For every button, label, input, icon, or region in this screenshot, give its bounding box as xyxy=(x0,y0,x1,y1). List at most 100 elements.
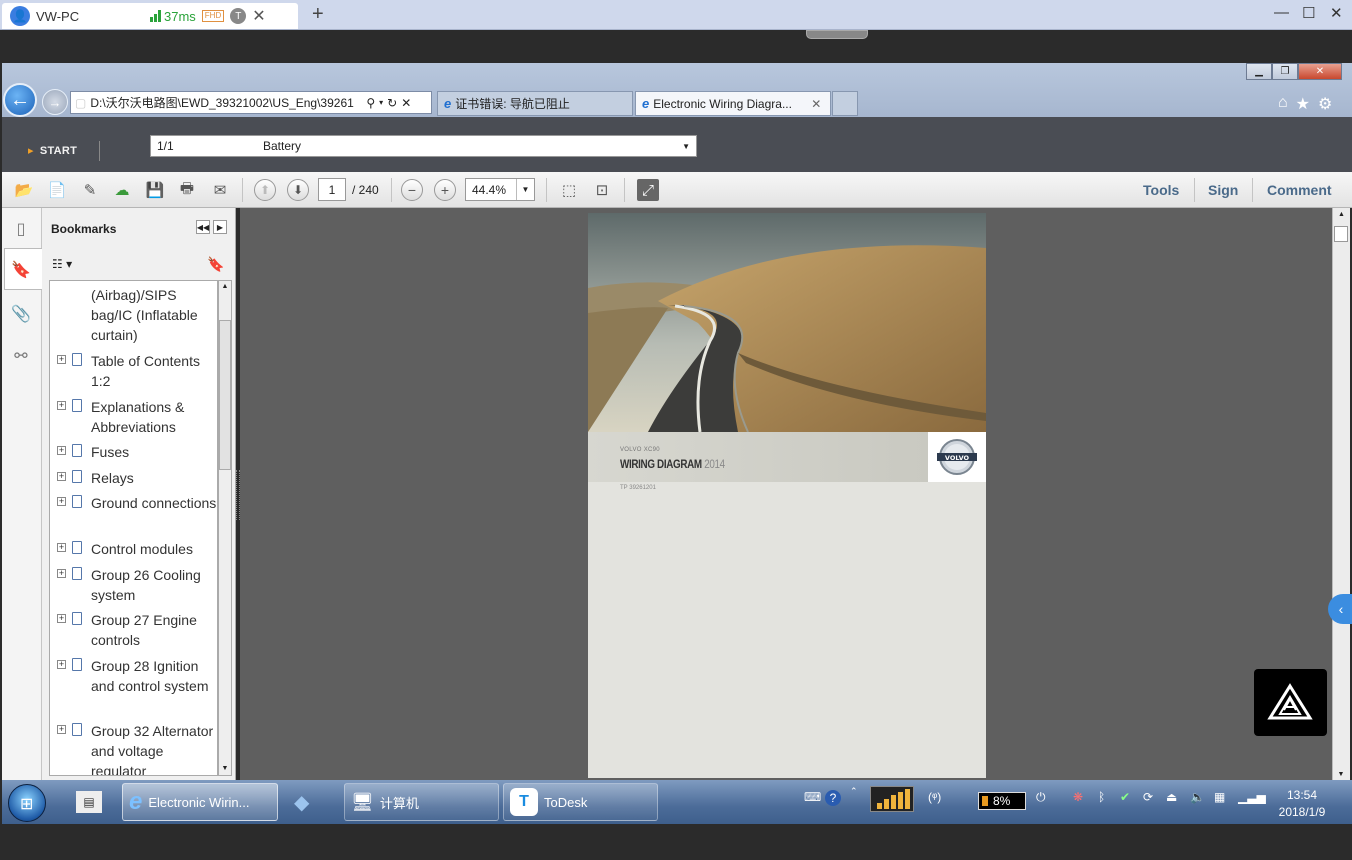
search-icon[interactable]: ⚲ xyxy=(366,96,375,110)
collapse-panel-icon[interactable]: ◀◀ xyxy=(196,220,210,234)
minimize-button[interactable]: — xyxy=(1274,4,1289,21)
expand-icon[interactable]: + xyxy=(57,497,66,506)
scroll-down-icon[interactable]: ▼ xyxy=(219,763,231,775)
window-close-button[interactable]: ✕ xyxy=(1330,4,1343,22)
bookmarks-icon[interactable]: 🔖 xyxy=(9,258,33,282)
taskbar-item-todesk[interactable]: T ToDesk xyxy=(503,783,658,821)
bookmark-label[interactable]: Ground connections xyxy=(91,493,217,513)
address-bar[interactable]: ▢ D:\沃尔沃电路图\EWD_39321002\US_Eng\39261 ⚲ … xyxy=(70,91,432,114)
scroll-up-icon[interactable]: ▲ xyxy=(219,281,231,293)
settings-gear-icon[interactable]: ⚙ xyxy=(1318,94,1332,114)
browser-close-button[interactable]: ✕ xyxy=(1298,63,1342,80)
email-icon[interactable]: ✉ xyxy=(209,179,231,201)
expand-icon[interactable]: + xyxy=(57,660,66,669)
previous-page-icon[interactable]: ⬆ xyxy=(254,179,276,201)
wireless-icon[interactable]: (ᵠ) xyxy=(928,790,941,804)
bluetooth-icon[interactable]: ᛒ xyxy=(1098,790,1105,804)
user-initial-badge[interactable]: T xyxy=(230,8,247,24)
comment-link[interactable]: Comment xyxy=(1267,182,1332,198)
refresh-icon[interactable]: ↻ xyxy=(387,96,397,110)
browser-minimize-button[interactable]: ▁ xyxy=(1246,63,1272,80)
bookmark-label[interactable]: Fuses xyxy=(91,442,217,462)
sign-link[interactable]: Sign xyxy=(1208,182,1238,198)
browser-restore-button[interactable]: ❐ xyxy=(1272,63,1298,80)
bookmarks-list[interactable]: Vehicles with SRS (Airbag)/SIPS bag/IC (… xyxy=(49,280,218,776)
bookmark-label[interactable]: Group 26 Cooling system xyxy=(91,565,217,605)
side-panel-toggle-button[interactable]: ‹ xyxy=(1328,594,1352,624)
new-bookmark-icon[interactable]: 🔖 xyxy=(207,256,224,273)
expand-icon[interactable]: + xyxy=(57,614,66,623)
zoom-select[interactable]: 44.4% ▼ xyxy=(465,178,535,201)
stop-icon[interactable]: ✕ xyxy=(401,96,411,110)
quality-badge[interactable]: FHD xyxy=(201,10,225,22)
power-plug-icon[interactable]: ⏻ xyxy=(1036,790,1046,805)
chevron-down-icon[interactable]: ▼ xyxy=(516,179,534,200)
fit-page-icon[interactable]: ⊡ xyxy=(591,179,613,201)
help-icon[interactable]: ? xyxy=(825,790,841,806)
bookmark-label[interactable]: Control modules xyxy=(91,539,217,559)
page-thumbnails-icon[interactable]: ▯ xyxy=(9,217,33,241)
security-shield-icon[interactable]: ✔ xyxy=(1120,790,1130,804)
save-icon[interactable]: 💾 xyxy=(144,179,166,201)
tab-certificate-error[interactable]: e 证书错误: 导航已阻止 xyxy=(437,91,633,116)
taskbar-pinned-app[interactable]: ◆ xyxy=(288,783,334,821)
page-number-input[interactable]: 1 xyxy=(318,178,346,201)
floating-assistant-button[interactable] xyxy=(1254,669,1327,736)
system-clock[interactable]: 13:54 2018/1/9 xyxy=(1262,787,1342,821)
bookmark-label[interactable]: Group 28 Ignition and control system xyxy=(91,656,217,696)
close-session-button[interactable]: ✕ xyxy=(252,6,265,26)
open-file-icon[interactable]: 📂 xyxy=(13,179,35,201)
language-bar-icon[interactable]: ⌃ xyxy=(850,786,858,797)
favorites-star-icon[interactable]: ★ xyxy=(1296,94,1310,114)
bookmark-label[interactable]: Relays xyxy=(91,468,217,488)
taskbar-item-computer[interactable]: 🖥 计算机 xyxy=(344,783,499,821)
fit-width-icon[interactable]: ⬚ xyxy=(558,179,580,201)
bookmark-label[interactable]: Group 27 Engine controls xyxy=(91,610,217,650)
remote-session-tab[interactable]: 👤 VW-PC 37ms FHD T ✕ xyxy=(2,3,298,29)
close-tab-icon[interactable]: ✕ xyxy=(811,97,821,111)
bookmark-label[interactable]: Group 32 Alternator and voltage regulato… xyxy=(91,721,217,775)
expand-icon[interactable]: + xyxy=(57,401,66,410)
home-icon[interactable]: ⌂ xyxy=(1278,94,1288,114)
usb-device-icon[interactable]: ⏏ xyxy=(1166,790,1177,804)
document-scroll-thumb[interactable] xyxy=(1334,226,1348,242)
expand-icon[interactable]: + xyxy=(57,569,66,578)
address-text[interactable]: D:\沃尔沃电路图\EWD_39321002\US_Eng\39261 xyxy=(90,94,362,111)
expand-panel-icon[interactable]: ▶ xyxy=(213,220,227,234)
new-session-button[interactable]: + xyxy=(312,3,324,26)
section-select[interactable]: 1/1 Battery ▼ xyxy=(150,135,697,157)
start-menu-button[interactable]: ⊞ xyxy=(8,784,46,822)
toolbar-pull-handle[interactable] xyxy=(806,30,868,39)
start-button[interactable]: START xyxy=(28,144,77,157)
zoom-out-icon[interactable]: − xyxy=(401,179,423,201)
update-icon[interactable]: ⟳ xyxy=(1143,790,1153,804)
document-scrollbar[interactable]: ▲ ▼ xyxy=(1332,208,1350,780)
create-pdf-icon[interactable]: 📄 xyxy=(46,179,68,201)
full-screen-icon[interactable]: ⤢ xyxy=(637,179,659,201)
antivirus-icon[interactable]: ❋ xyxy=(1073,790,1083,804)
bookmark-label[interactable]: Table of Contents 1:2 xyxy=(91,351,217,391)
taskbar-pinned-app[interactable]: ▤ xyxy=(70,783,110,821)
taskbar-item-browser[interactable]: e Electronic Wirin... xyxy=(122,783,278,821)
bookmarks-scroll-thumb[interactable] xyxy=(219,320,231,470)
attachments-paperclip-icon[interactable]: 📎 xyxy=(9,302,33,326)
search-binoculars-icon[interactable]: ⚯ xyxy=(9,344,33,368)
scroll-down-icon[interactable]: ▼ xyxy=(1333,771,1349,778)
expand-icon[interactable]: + xyxy=(57,725,66,734)
display-icon[interactable]: ▦ xyxy=(1214,790,1225,804)
next-page-icon[interactable]: ⬇ xyxy=(287,179,309,201)
bookmark-label[interactable]: Explanations & Abbreviations xyxy=(91,397,217,437)
print-icon[interactable]: 🖶 xyxy=(176,179,198,201)
maximize-button[interactable]: ☐ xyxy=(1302,4,1315,22)
battery-indicator[interactable]: 8% xyxy=(978,792,1026,810)
keyboard-icon[interactable]: ⌨ xyxy=(804,790,821,804)
network-strength-icon[interactable] xyxy=(870,786,914,812)
tools-link[interactable]: Tools xyxy=(1143,182,1179,198)
scroll-up-icon[interactable]: ▲ xyxy=(1333,208,1350,222)
bookmark-label[interactable]: Vehicles with SRS (Airbag)/SIPS bag/IC (… xyxy=(91,281,217,345)
new-tab-button[interactable] xyxy=(832,91,858,116)
cloud-upload-icon[interactable]: ☁ xyxy=(111,179,133,201)
tab-wiring-diagram[interactable]: e Electronic Wiring Diagra... ✕ xyxy=(635,91,831,116)
edit-pdf-icon[interactable]: ✎ xyxy=(79,179,101,201)
back-button[interactable]: ← xyxy=(3,83,37,117)
